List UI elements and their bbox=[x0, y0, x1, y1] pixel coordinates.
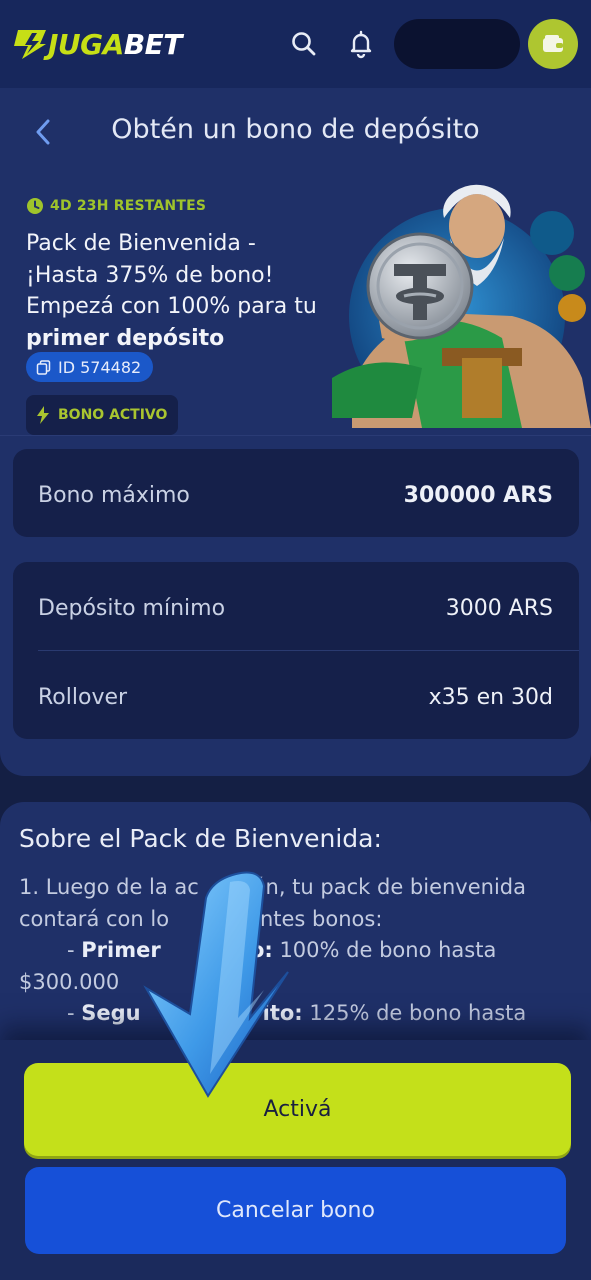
rollover-row: Rollover x35 en 30d bbox=[38, 671, 553, 723]
bonus-id-badge[interactable]: ID 574482 bbox=[26, 352, 154, 382]
about-text: ión, tu pack de bienvenida bbox=[246, 875, 526, 899]
max-bonus-label: Bono máximo bbox=[38, 482, 190, 508]
rollover-label: Rollover bbox=[38, 684, 128, 710]
time-remaining: 4D 23H RESTANTES bbox=[26, 197, 206, 215]
max-bonus-value: 300000 ARS bbox=[403, 482, 553, 508]
about-title: Sobre el Pack de Bienvenida: bbox=[19, 824, 382, 853]
balance-pill[interactable] bbox=[394, 19, 520, 69]
brand-logo[interactable]: JUGA BET bbox=[12, 26, 182, 62]
about-body: 1. Luego de la ac ión, tu pack de bienven… bbox=[19, 875, 527, 1025]
copy-icon bbox=[36, 359, 51, 375]
search-icon[interactable] bbox=[289, 29, 319, 59]
bonus-hero-illustration bbox=[332, 184, 591, 428]
about-item-text: 125% de bono hasta bbox=[302, 1001, 527, 1025]
status-badge: BONO ACTIVO bbox=[26, 395, 178, 435]
max-bonus-row: Bono máximo 300000 ARS bbox=[38, 468, 553, 522]
logo-text-juga: JUGA bbox=[48, 27, 124, 61]
about-text: 1. Luego de la ac bbox=[19, 875, 199, 899]
bonus-title-line: Empezá con 100% para tu bbox=[26, 294, 317, 319]
top-bar: JUGA BET bbox=[0, 0, 591, 88]
cancel-bonus-button[interactable]: Cancelar bono bbox=[25, 1167, 566, 1254]
bonus-title-line: Pack de Bienvenida - bbox=[26, 231, 256, 256]
min-deposit-value: 3000 ARS bbox=[445, 595, 553, 621]
section-divider bbox=[0, 435, 591, 436]
status-badge-text: BONO ACTIVO bbox=[58, 407, 168, 423]
rollover-value: x35 en 30d bbox=[428, 684, 553, 710]
bonus-title-line: ¡Hasta 375% de bono! bbox=[26, 262, 274, 288]
wallet-icon bbox=[543, 35, 563, 52]
row-divider bbox=[38, 650, 579, 651]
bolt-logo-icon bbox=[14, 30, 46, 59]
about-item-text: $300.000 bbox=[19, 969, 120, 994]
activate-button[interactable]: Activá bbox=[24, 1063, 571, 1156]
clock-icon bbox=[27, 198, 43, 214]
bonus-title: Pack de Bienvenida - ¡Hasta 375% de bono… bbox=[26, 228, 336, 354]
bonus-title-bold: primer depósito bbox=[26, 325, 225, 351]
time-remaining-text: 4D 23H RESTANTES bbox=[50, 198, 207, 214]
bonus-id-text: ID 574482 bbox=[58, 357, 142, 377]
logo-text-bet: BET bbox=[123, 27, 183, 61]
about-text: entes bonos: bbox=[247, 906, 383, 931]
lightning-icon bbox=[37, 406, 49, 424]
min-deposit-label: Depósito mínimo bbox=[38, 595, 226, 621]
about-text: contará con lo bbox=[19, 906, 170, 931]
about-item-bold: ito: bbox=[262, 1001, 303, 1025]
about-item-bold: Segu bbox=[81, 1001, 141, 1025]
about-item-text: 100% de bono hasta bbox=[272, 938, 497, 962]
about-item-bold: Primer bbox=[81, 938, 161, 962]
bell-icon[interactable] bbox=[346, 29, 376, 59]
min-deposit-row: Depósito mínimo 3000 ARS bbox=[38, 582, 553, 634]
about-item-bold: ito: bbox=[232, 938, 273, 962]
wallet-button[interactable] bbox=[528, 19, 578, 69]
page-title: Obtén un bono de depósito bbox=[111, 114, 480, 145]
